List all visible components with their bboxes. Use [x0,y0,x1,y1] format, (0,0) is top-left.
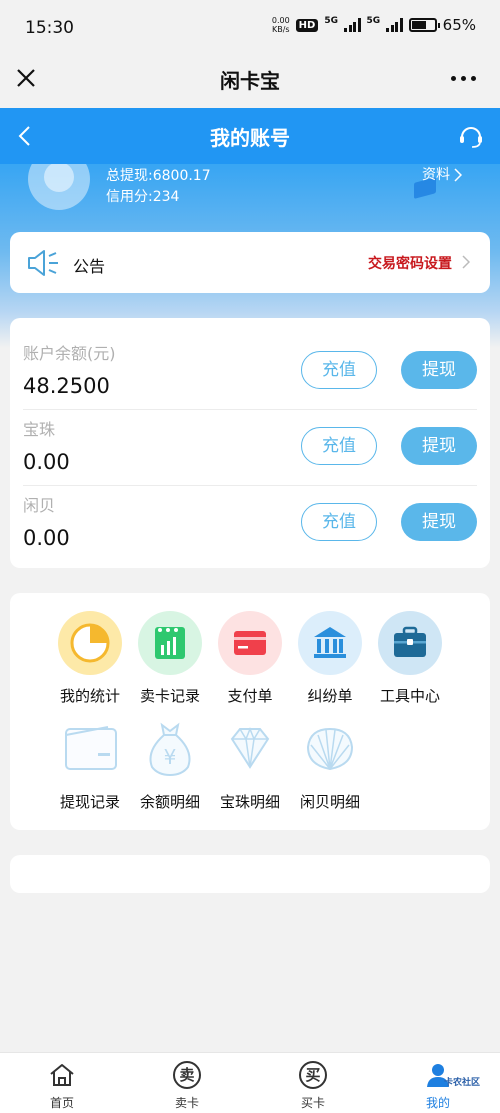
svg-text:¥: ¥ [164,745,177,769]
bank-icon [298,611,362,675]
empty-card [10,855,490,893]
watermark-text: 卡农社区 [443,1078,480,1088]
tools-card: 我的统计 卖卡记录 支付单 纠纷单 工具中心 提现记录 ¥ 余额明细 宝珠明细 … [10,593,490,830]
balance-row-shell: 闲贝 0.00 充值 提现 [23,486,477,562]
credit-score: 信用分:234 [106,189,180,205]
more-icon[interactable] [451,76,476,81]
status-time: 15:30 [25,18,74,38]
status-icons: 0.00 KB/s HD 5G 5G 65% [272,16,476,34]
money-bag-icon: ¥ [138,717,202,781]
bottom-tab-bar: 首页 卖 卖卡 买 买卡 我的 卡农社区 [0,1052,500,1113]
shell-icon [298,717,362,781]
wallet-icon [58,717,122,781]
tab-buy[interactable]: 买 买卡 [283,1061,343,1111]
net-speed-unit: KB/s [271,25,290,34]
withdraw-button[interactable]: 提现 [401,351,477,389]
tool-label: 余额明细 [139,793,200,811]
tool-label: 提现记录 [59,793,120,811]
tool-label: 纠纷单 [307,687,353,705]
balance-row-account: 账户余额(元) 48.2500 充值 提现 [23,334,477,410]
recharge-button[interactable]: 充值 [301,351,377,389]
balance-value: 48.2500 [23,374,110,398]
balance-value: 0.00 [23,526,70,550]
balance-value: 0.00 [23,450,70,474]
tool-label: 闲贝明细 [299,793,360,811]
buy-icon: 买 [299,1061,327,1089]
recharge-button[interactable]: 充值 [301,503,377,541]
toolbox-icon [378,611,442,675]
balance-row-pearl: 宝珠 0.00 充值 提现 [23,410,477,486]
customer-service-icon[interactable] [457,122,485,150]
battery-icon [408,18,440,32]
tool-withdraw-records[interactable]: 提现记录 [50,717,130,812]
status-bar: 15:30 0.00 KB/s HD 5G 5G 65% [0,0,500,56]
page-title: 我的账号 [210,126,290,150]
tab-sell[interactable]: 卖 卖卡 [157,1061,217,1111]
chevron-right-icon [462,255,470,269]
calendar-chart-icon [138,611,202,675]
account-header: 总提现:6800.17 信用分:234 资料 我的账号 [0,108,500,348]
network-gen-1: 5G [324,16,338,26]
diamond-icon [218,717,282,781]
notice-card: 公告 交易密码设置 [10,232,490,293]
sell-icon: 卖 [173,1061,201,1089]
tool-label: 工具中心 [379,687,440,705]
tool-payment-orders[interactable]: 支付单 [210,611,290,706]
tool-label: 卖卡记录 [139,687,200,705]
balance-card: 账户余额(元) 48.2500 充值 提现 宝珠 0.00 充值 提现 闲贝 0… [10,318,490,568]
tab-label: 卖卡 [174,1096,199,1110]
battery-percent: 65% [442,16,476,34]
net-speed: 0.00 KB/s [272,16,290,34]
trade-password-link[interactable]: 交易密码设置 [368,253,452,273]
nav-bar: 我的账号 [0,108,500,164]
tool-sell-records[interactable]: 卖卡记录 [130,611,210,706]
pie-chart-icon [58,611,122,675]
tool-label: 我的统计 [59,687,120,705]
app-top-bar: 闲卡宝 [0,56,500,108]
signal-icon [344,18,361,32]
balance-label: 账户余额(元) [23,344,116,363]
signal-icon-2 [386,18,403,32]
profile-link[interactable]: 资料 [422,164,450,184]
tool-balance-detail[interactable]: ¥ 余额明细 [130,717,210,812]
notice-label[interactable]: 公告 [73,253,105,277]
tool-pearl-detail[interactable]: 宝珠明细 [210,717,290,812]
tab-home[interactable]: 首页 [32,1061,92,1111]
tool-label: 支付单 [227,687,273,705]
speaker-icon [28,250,58,276]
tool-statistics[interactable]: 我的统计 [50,611,130,706]
tab-label: 买卡 [300,1096,325,1110]
balance-label: 闲贝 [23,496,56,515]
chevron-right-icon [454,168,462,182]
withdraw-button[interactable]: 提现 [401,503,477,541]
tool-label: 宝珠明细 [219,793,280,811]
card-icon [218,611,282,675]
home-icon [48,1061,76,1089]
network-gen-2: 5G [366,16,381,26]
tab-label: 我的 [425,1096,450,1110]
app-title: 闲卡宝 [220,69,280,93]
total-withdraw: 总提现:6800.17 [106,168,211,184]
tool-shell-detail[interactable]: 闲贝明细 [290,717,370,812]
tool-disputes[interactable]: 纠纷单 [290,611,370,706]
recharge-button[interactable]: 充值 [301,427,377,465]
balance-label: 宝珠 [23,420,56,439]
tool-center[interactable]: 工具中心 [370,611,450,706]
tab-label: 首页 [49,1096,74,1110]
withdraw-button[interactable]: 提现 [401,427,477,465]
hd-badge: HD [295,18,319,32]
net-speed-value: 0.00 [271,16,290,25]
